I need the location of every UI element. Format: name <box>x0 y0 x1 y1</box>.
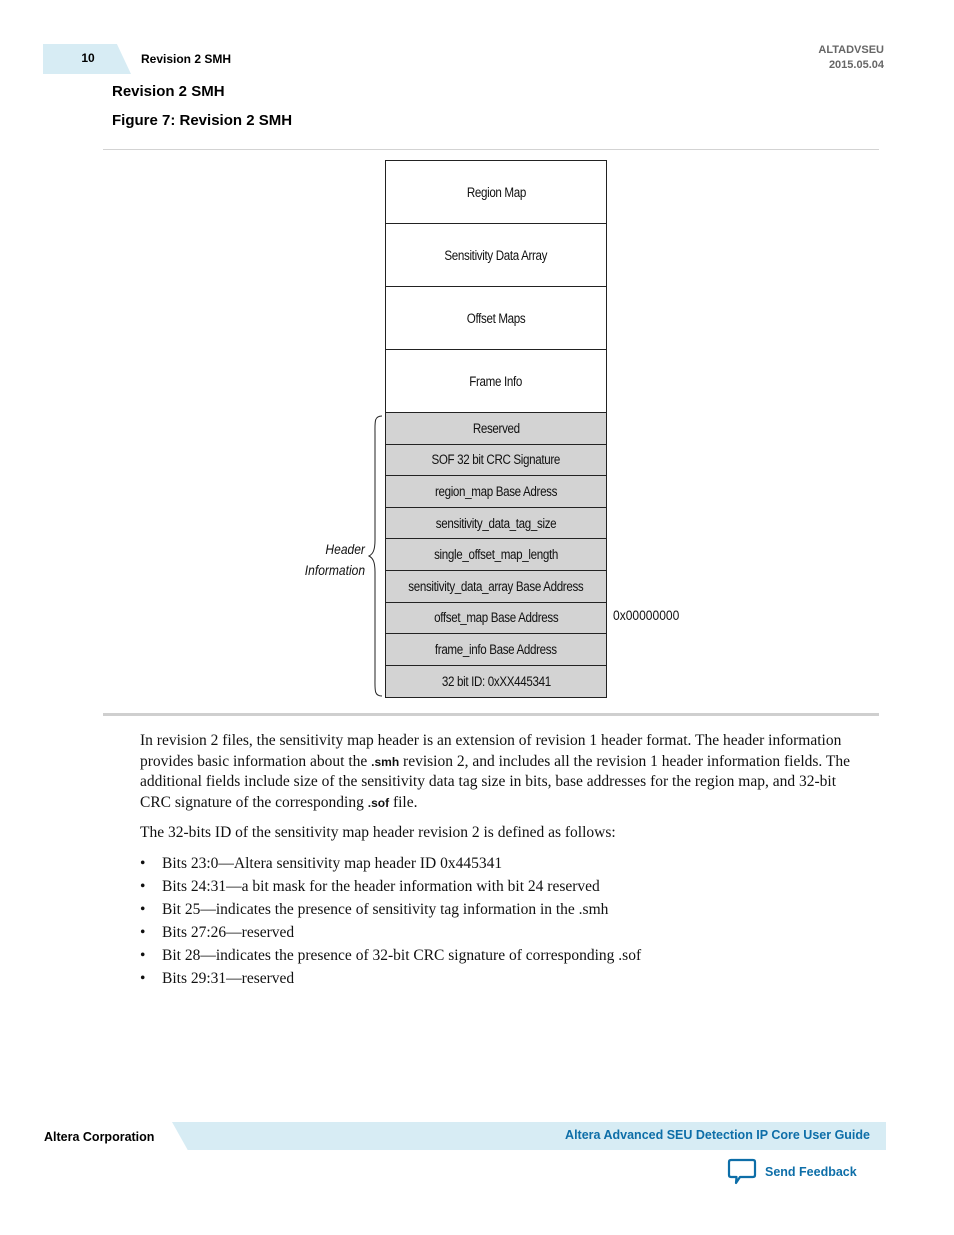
doc-id: ALTADVSEU <box>818 44 884 56</box>
base-address-label: 0x00000000 <box>613 607 680 623</box>
running-section-title: Revision 2 SMH <box>141 52 232 66</box>
header-information-label: Header Information <box>304 541 365 578</box>
field-offset-map-base-address: offset_map Base Address <box>386 602 606 635</box>
bit-definition-list: Bits 23:0—Altera sensitivity map header … <box>140 854 860 992</box>
body-text: In revision 2 files, the sensitivity map… <box>140 731 860 992</box>
field-sensitivity-data-tag-size: sensitivity_data_tag_size <box>386 507 606 540</box>
speech-bubble-icon <box>727 1158 757 1185</box>
section-heading: Revision 2 SMH <box>112 83 225 100</box>
doc-date: 2015.05.04 <box>828 59 884 71</box>
field-sensitivity-data-array-base-address: sensitivity_data_array Base Address <box>386 570 606 603</box>
list-item: Bit 28—indicates the presence of 32-bit … <box>140 946 860 969</box>
block-frame-info: Frame Info <box>386 350 606 413</box>
figure-top-rule <box>103 149 879 150</box>
sof-filename: .sof <box>367 795 390 810</box>
send-feedback-label[interactable]: Send Feedback <box>765 1165 857 1179</box>
figure-caption: Figure 7: Revision 2 SMH <box>112 112 293 129</box>
figure-bottom-rule <box>103 713 879 716</box>
field-reserved: Reserved <box>386 413 606 445</box>
smh-filename: .smh <box>371 754 400 769</box>
block-sensitivity-data-array: Sensitivity Data Array <box>386 224 606 287</box>
list-item: Bits 23:0—Altera sensitivity map header … <box>140 854 860 877</box>
field-sof-crc-signature: SOF 32 bit CRC Signature <box>386 444 606 477</box>
company-name: Altera Corporation <box>44 1130 155 1144</box>
field-32bit-id: 32 bit ID: 0xXX445341 <box>386 665 606 698</box>
send-feedback-link[interactable]: Send Feedback <box>727 1158 857 1186</box>
guide-title-link[interactable]: Altera Advanced SEU Detection IP Core Us… <box>565 1128 870 1142</box>
page-number: 10 <box>81 51 95 65</box>
field-single-offset-map-length: single_offset_map_length <box>386 539 606 571</box>
list-item: Bits 27:26—reserved <box>140 923 860 946</box>
smh-memory-layout: Region Map Sensitivity Data Array Offset… <box>385 160 607 699</box>
paragraph-intro: In revision 2 files, the sensitivity map… <box>140 732 850 811</box>
list-item: Bits 29:31—reserved <box>140 969 860 992</box>
block-region-map: Region Map <box>386 161 606 224</box>
paragraph-id-definition: The 32-bits ID of the sensitivity map he… <box>140 824 616 841</box>
field-frame-info-base-address: frame_info Base Address <box>386 634 606 666</box>
doc-info: ALTADVSEU 2015.05.04 <box>818 43 884 73</box>
curly-brace-icon <box>367 415 383 697</box>
list-item: Bits 24:31—a bit mask for the header inf… <box>140 877 860 900</box>
block-offset-maps: Offset Maps <box>386 287 606 350</box>
list-item: Bit 25—indicates the presence of sensiti… <box>140 900 860 923</box>
field-region-map-base-address: region_map Base Adress <box>386 476 606 508</box>
